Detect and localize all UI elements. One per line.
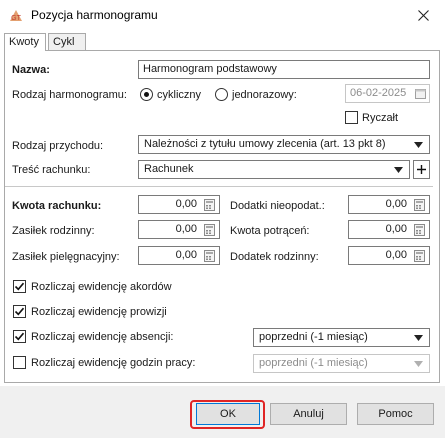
- dodatki-nieopodat-value: 0,00: [385, 198, 407, 210]
- checkmark-icon: [14, 307, 25, 316]
- date-value: 06-02-2025: [350, 87, 407, 99]
- chevron-down-icon: [414, 361, 423, 367]
- cancel-button[interactable]: Anuluj: [270, 403, 347, 425]
- chevron-down-icon: [394, 167, 403, 173]
- calculator-icon: [414, 250, 425, 262]
- calculator-icon: [204, 250, 215, 262]
- separator: [5, 186, 433, 187]
- ryczalt-checkbox[interactable]: [345, 111, 358, 124]
- kwota-rachunku-value: 0,00: [175, 198, 197, 210]
- checkmark-icon: [14, 332, 25, 341]
- ryczalt-label: Ryczałt: [362, 112, 399, 124]
- kwota-potracen-field[interactable]: 0,00: [348, 220, 430, 239]
- zasilek-pielegnacyjny-field[interactable]: 0,00: [138, 246, 220, 265]
- akordow-label: Rozliczaj ewidencję akordów: [31, 281, 172, 293]
- help-button[interactable]: Pomoc: [357, 403, 434, 425]
- zasilek-pielegnacyjny-label: Zasiłek pielęgnacyjny:: [12, 251, 120, 263]
- window-title: Pozycja harmonogramu: [31, 8, 158, 22]
- nazwa-label: Nazwa:: [12, 64, 50, 76]
- calculator-icon: [414, 199, 425, 211]
- calculator-icon: [204, 224, 215, 236]
- absencji-select[interactable]: poprzedni (-1 miesiąc): [253, 328, 430, 347]
- akordow-checkbox[interactable]: [13, 280, 26, 293]
- kwota-rachunku-field[interactable]: 0,00: [138, 195, 220, 214]
- rodzaj-przychodu-value: Należności z tytułu umowy zlecenia (art.…: [144, 138, 386, 150]
- absencji-value: poprzedni (-1 miesiąc): [259, 331, 368, 343]
- kwota-potracen-value: 0,00: [385, 223, 407, 235]
- dodatki-nieopodat-field[interactable]: 0,00: [348, 195, 430, 214]
- ok-button[interactable]: OK: [196, 403, 260, 425]
- tab-kwoty[interactable]: Kwoty: [4, 33, 46, 51]
- nazwa-field[interactable]: Harmonogram podstawowy: [138, 60, 430, 79]
- tab-strip: Kwoty Cykl: [4, 33, 440, 51]
- zasilek-rodzinny-value: 0,00: [175, 223, 197, 235]
- close-button[interactable]: [402, 0, 445, 31]
- radio-jednorazowy[interactable]: [215, 88, 228, 101]
- close-icon: [418, 10, 429, 21]
- dodatek-rodzinny-label: Dodatek rodzinny:: [230, 251, 319, 263]
- radio-jednorazowy-label: jednorazowy:: [232, 89, 297, 101]
- chevron-down-icon: [414, 142, 423, 148]
- zasilek-rodzinny-field[interactable]: 0,00: [138, 220, 220, 239]
- app-logo-icon: GT: [8, 9, 24, 23]
- tab-cykl[interactable]: Cykl: [48, 33, 86, 50]
- godzin-pracy-value: poprzedni (-1 miesiąc): [259, 357, 368, 369]
- svg-text:GT: GT: [11, 15, 21, 22]
- radio-cykliczny[interactable]: [140, 88, 153, 101]
- prowizji-label: Rozliczaj ewidencję prowizji: [31, 306, 167, 318]
- prowizji-checkbox[interactable]: [13, 305, 26, 318]
- dodatek-rodzinny-field[interactable]: 0,00: [348, 246, 430, 265]
- add-tresc-button[interactable]: [413, 160, 430, 179]
- kwota-rachunku-label: Kwota rachunku:: [12, 200, 102, 212]
- absencji-checkbox[interactable]: [13, 330, 26, 343]
- chevron-down-icon: [414, 335, 423, 341]
- rodzaj-przychodu-label: Rodzaj przychodu:: [12, 140, 104, 152]
- calculator-icon: [204, 199, 215, 211]
- tresc-rachunku-value: Rachunek: [144, 163, 194, 175]
- absencji-label: Rozliczaj ewidencję absencji:: [31, 331, 174, 343]
- godzin-pracy-checkbox[interactable]: [13, 356, 26, 369]
- date-field[interactable]: 06-02-2025: [345, 84, 430, 103]
- title-bar: GT Pozycja harmonogramu: [0, 0, 445, 31]
- zasilek-pielegnacyjny-value: 0,00: [175, 249, 197, 261]
- tresc-rachunku-label: Treść rachunku:: [12, 164, 91, 176]
- rodzaj-harmonogramu-label: Rodzaj harmonogramu:: [12, 89, 127, 101]
- dodatki-nieopodat-label: Dodatki nieopodat.:: [230, 200, 325, 212]
- plus-icon: [417, 165, 426, 174]
- dodatek-rodzinny-value: 0,00: [385, 249, 407, 261]
- godzin-pracy-select[interactable]: poprzedni (-1 miesiąc): [253, 354, 430, 373]
- zasilek-rodzinny-label: Zasiłek rodzinny:: [12, 225, 95, 237]
- calculator-icon: [414, 224, 425, 236]
- radio-cykliczny-label: cykliczny: [157, 89, 202, 101]
- rodzaj-przychodu-select[interactable]: Należności z tytułu umowy zlecenia (art.…: [138, 135, 430, 154]
- calendar-icon[interactable]: [415, 88, 426, 102]
- godzin-pracy-label: Rozliczaj ewidencję godzin pracy:: [31, 357, 196, 369]
- checkmark-icon: [14, 282, 25, 291]
- tresc-rachunku-select[interactable]: Rachunek: [138, 160, 410, 179]
- kwota-potracen-label: Kwota potrąceń:: [230, 225, 310, 237]
